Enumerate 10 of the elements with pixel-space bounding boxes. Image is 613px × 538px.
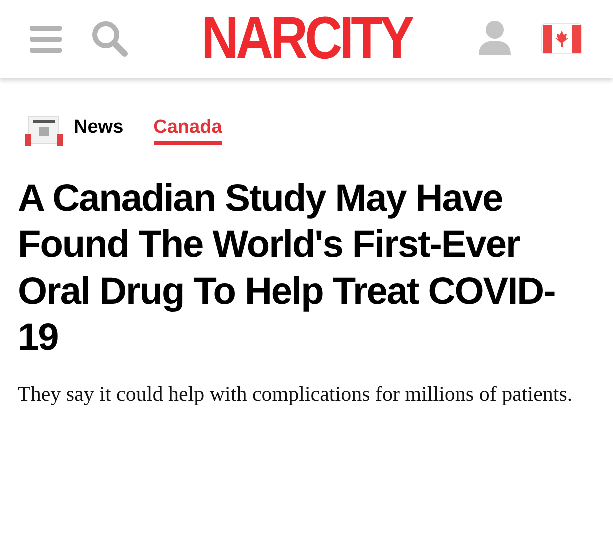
user-icon[interactable] — [479, 21, 511, 57]
newspaper-icon — [24, 116, 64, 146]
category-link[interactable]: Canada — [154, 117, 222, 145]
article-headline: A Canadian Study May Have Found The World's First-Ever Oral Drug To Help Treat COVID-19 — [18, 177, 556, 362]
search-icon[interactable] — [92, 21, 128, 57]
menu-icon[interactable] — [30, 25, 62, 53]
flag-icon[interactable] — [541, 23, 583, 55]
site-logo[interactable]: NARCITY — [170, 4, 443, 74]
article-subheadline: They say it could help with complications for millions of patients. — [18, 381, 574, 408]
category-link[interactable]: News — [74, 117, 124, 145]
